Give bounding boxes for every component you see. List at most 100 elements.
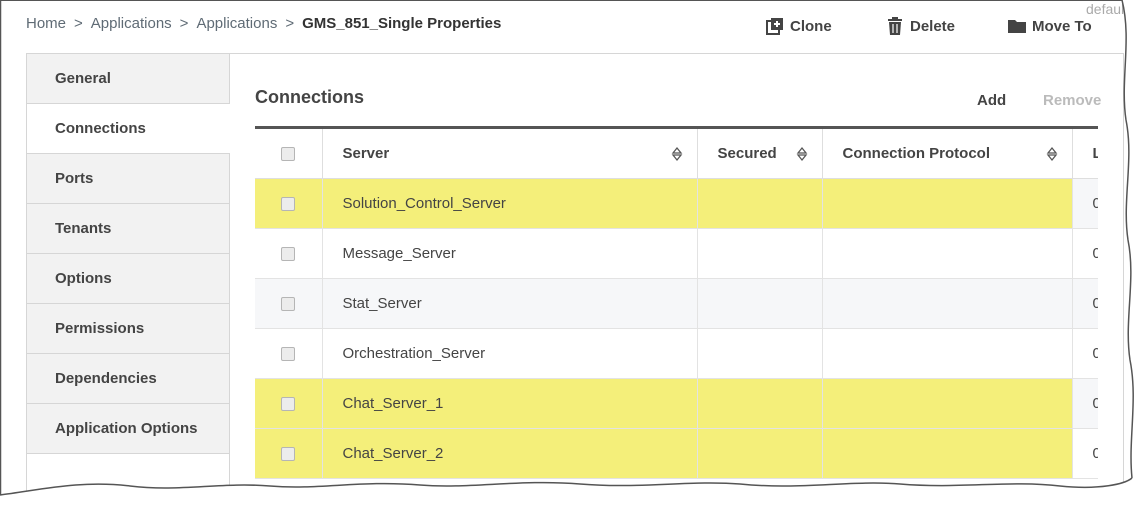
truncated-value: 0 — [1092, 245, 1099, 262]
tab-general[interactable]: General — [27, 54, 230, 104]
folder-icon — [1008, 20, 1026, 33]
row-select-cell — [255, 378, 323, 429]
secured-cell — [697, 378, 823, 429]
secured-cell — [697, 328, 823, 379]
server-cell: Message_Server — [322, 228, 698, 279]
row-select-cell — [255, 228, 323, 279]
delete-label: Delete — [910, 17, 956, 35]
row-select-cell — [255, 178, 323, 229]
column-header-truncated[interactable]: L — [1072, 127, 1099, 179]
column-label: L — [1092, 145, 1099, 162]
truncated-cell: 0 — [1072, 378, 1099, 429]
tab-connections[interactable]: Connections — [27, 104, 230, 154]
clone-icon — [766, 18, 783, 35]
tab-divider — [229, 454, 230, 494]
tab-permissions[interactable]: Permissions — [27, 304, 230, 354]
row-checkbox[interactable] — [281, 297, 296, 312]
row-checkbox[interactable] — [281, 397, 296, 412]
tab-label: Tenants — [55, 220, 112, 237]
truncated-cell: 0 — [1072, 178, 1099, 229]
properties-panel: General Connections Ports Tenants Option… — [26, 53, 1124, 494]
protocol-cell — [822, 228, 1073, 279]
table-row[interactable]: Chat_Server_2 0 — [255, 428, 1099, 479]
breadcrumb-home[interactable]: Home — [26, 15, 66, 32]
tab-application-options[interactable]: Application Options — [27, 404, 230, 454]
column-label: Connection Protocol — [842, 145, 991, 162]
row-select-cell — [255, 428, 323, 479]
protocol-cell — [822, 378, 1073, 429]
section-title: Connections — [255, 87, 365, 107]
protocol-cell — [822, 278, 1073, 329]
server-cell: Orchestration_Server — [322, 328, 698, 379]
table-row[interactable]: Solution_Control_Server 0 — [255, 178, 1099, 229]
row-select-cell — [255, 278, 323, 329]
tab-ports[interactable]: Ports — [27, 154, 230, 204]
tab-dependencies[interactable]: Dependencies — [27, 354, 230, 404]
truncated-value: 0 — [1092, 195, 1099, 212]
column-header-secured[interactable]: Secured — [697, 127, 823, 179]
tab-label: Connections — [55, 120, 146, 137]
breadcrumb-separator: > — [179, 15, 189, 32]
move-to-button[interactable]: Move To — [1008, 17, 1092, 35]
select-all-cell — [255, 127, 323, 179]
tab-label: Dependencies — [55, 370, 157, 387]
row-checkbox[interactable] — [281, 247, 296, 262]
protocol-cell — [822, 178, 1073, 229]
truncated-value: 0 — [1092, 395, 1099, 412]
tab-tenants[interactable]: Tenants — [27, 204, 230, 254]
server-cell: Stat_Server — [322, 278, 698, 329]
table-row[interactable]: Stat_Server 0 — [255, 278, 1099, 329]
page-title: GMS_851_Single Properties — [302, 15, 502, 32]
truncated-cell: 0 — [1072, 328, 1099, 379]
table-row[interactable]: Chat_Server_1 0 — [255, 378, 1099, 429]
table-header: Server Secured Connection Protocol L — [255, 127, 1099, 179]
connections-table: Server Secured Connection Protocol L Sol… — [255, 126, 1098, 479]
secured-cell — [697, 278, 823, 329]
sort-icon[interactable] — [1046, 146, 1058, 162]
server-cell: Chat_Server_1 — [322, 378, 698, 429]
clone-button[interactable]: Clone — [766, 17, 832, 35]
secured-cell — [697, 178, 823, 229]
truncated-value: 0 — [1092, 345, 1099, 362]
sort-icon[interactable] — [671, 146, 683, 162]
clone-label: Clone — [790, 17, 832, 35]
column-label: Server — [342, 145, 390, 162]
truncated-value: 0 — [1092, 445, 1099, 462]
breadcrumb-separator: > — [285, 15, 295, 32]
column-label: Secured — [717, 145, 777, 162]
server-cell: Chat_Server_2 — [322, 428, 698, 479]
sort-icon[interactable] — [796, 146, 808, 162]
tab-label: Ports — [55, 170, 94, 187]
tab-label: Application Options — [55, 420, 198, 437]
tab-options[interactable]: Options — [27, 254, 230, 304]
add-button[interactable]: Add — [977, 92, 1006, 109]
truncated-cell: 0 — [1072, 228, 1099, 279]
row-checkbox[interactable] — [281, 197, 296, 212]
tab-label: Permissions — [55, 320, 145, 337]
select-all-checkbox[interactable] — [281, 147, 296, 162]
tab-list: General Connections Ports Tenants Option… — [27, 54, 230, 454]
server-cell: Solution_Control_Server — [322, 178, 698, 229]
breadcrumb: Home > Applications > Applications > GMS… — [26, 15, 501, 32]
move-to-label: Move To — [1032, 17, 1092, 35]
protocol-cell — [822, 428, 1073, 479]
column-header-server[interactable]: Server — [322, 127, 698, 179]
row-checkbox[interactable] — [281, 347, 296, 362]
delete-button[interactable]: Delete — [886, 17, 955, 35]
breadcrumb-separator: > — [74, 15, 83, 32]
secured-cell — [697, 428, 823, 479]
truncated-cell: 0 — [1072, 278, 1099, 329]
tab-label: Options — [55, 270, 112, 287]
user-label: default — [1086, 1, 1129, 17]
trash-icon — [888, 17, 902, 35]
breadcrumb-applications[interactable]: Applications — [91, 15, 172, 32]
remove-button[interactable]: Remove — [1043, 92, 1101, 109]
tab-label: General — [55, 70, 111, 87]
column-header-connection-protocol[interactable]: Connection Protocol — [822, 127, 1073, 179]
row-checkbox[interactable] — [281, 447, 296, 462]
truncated-value: 0 — [1092, 295, 1099, 312]
row-select-cell — [255, 328, 323, 379]
table-row[interactable]: Orchestration_Server 0 — [255, 328, 1099, 379]
breadcrumb-applications-folder[interactable]: Applications — [196, 15, 277, 32]
table-row[interactable]: Message_Server 0 — [255, 228, 1099, 279]
